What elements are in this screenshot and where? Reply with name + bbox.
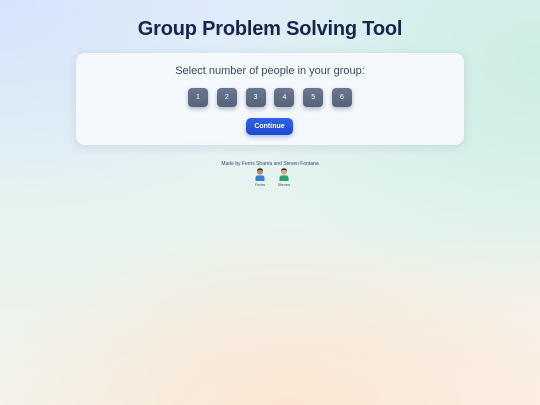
creator-steven: Steven (276, 167, 292, 187)
person-avatar-icon (255, 168, 265, 181)
group-size-card: Select number of people in your group: 1… (76, 53, 464, 145)
creator-ferris: Ferris (252, 167, 268, 187)
group-size-button-2[interactable]: 2 (216, 88, 237, 107)
person-avatar-icon (279, 168, 289, 181)
continue-button[interactable]: Continue (246, 118, 293, 135)
group-size-options: 1 2 3 4 5 6 (188, 88, 352, 107)
creators: Ferris Steven (252, 167, 292, 187)
group-size-button-1[interactable]: 1 (188, 88, 208, 107)
group-size-prompt: Select number of people in your group: (175, 65, 365, 77)
group-size-button-6[interactable]: 6 (331, 88, 352, 107)
group-size-button-5[interactable]: 5 (303, 88, 324, 107)
creator-name: Ferris (254, 182, 266, 187)
group-size-button-4[interactable]: 4 (274, 88, 295, 107)
creator-name: Steven (277, 182, 291, 187)
group-size-button-3[interactable]: 3 (245, 88, 266, 107)
page-title: Group Problem Solving Tool (137, 18, 403, 40)
